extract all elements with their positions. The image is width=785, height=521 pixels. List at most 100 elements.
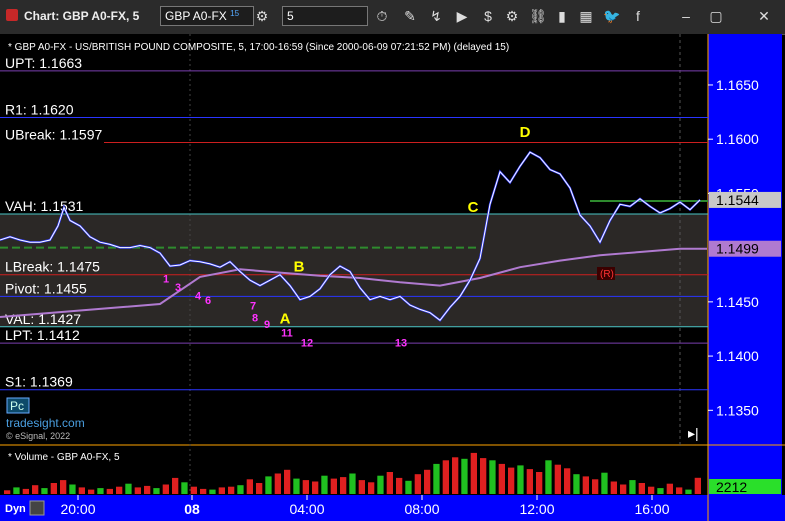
volume-bar (582, 476, 589, 494)
delay-badge: 15 (230, 9, 240, 18)
symbol-input[interactable]: GBP A0-FX 15 (160, 6, 254, 26)
volume-bar (181, 482, 188, 494)
bars-icon[interactable]: ▮ (552, 6, 572, 26)
level-label-lbreak: LBreak: 1.1475 (5, 259, 100, 275)
volume-bar (638, 483, 645, 494)
level-label-vah: VAH: 1.1531 (5, 198, 84, 214)
title-bar: Chart: GBP A0-FX, 5 GBP A0-FX 15 ⚙ 5 ⏱ ✎… (0, 0, 785, 35)
annotation-a: A (280, 311, 291, 328)
volume-bar (657, 488, 664, 494)
study-icon[interactable]: ↯ (426, 6, 446, 26)
y-tick-label: 1.1650 (716, 77, 759, 93)
volume-bar (190, 486, 197, 494)
volume-bar (312, 481, 319, 494)
watermark-copyright: © eSignal, 2022 (6, 431, 70, 441)
volume-bar (573, 474, 580, 494)
r-marker: (R) (600, 269, 614, 280)
link-icon[interactable]: ⛓ (528, 6, 548, 26)
sequence-label: 13 (395, 337, 407, 349)
volume-bar (610, 481, 617, 494)
volume-bar (386, 472, 393, 494)
volume-bar (4, 490, 11, 494)
volume-bar (536, 472, 543, 494)
volume-bar (125, 483, 132, 494)
volume-bar (480, 458, 487, 494)
volume-bar (274, 473, 281, 494)
volume-bar (358, 480, 365, 494)
volume-bar (452, 457, 459, 494)
interval-input[interactable]: 5 (282, 6, 368, 26)
sequence-label: 3 (175, 282, 181, 294)
twitter-icon[interactable]: 🐦 (602, 6, 622, 26)
sequence-label: 1 (163, 273, 169, 285)
volume-bar (461, 458, 468, 494)
facebook-icon[interactable]: f (628, 6, 648, 26)
scroll-end-icon[interactable]: ▸| (688, 425, 699, 441)
level-label-ubreak: UBreak: 1.1597 (5, 126, 102, 142)
x-tick-label: 16:00 (634, 501, 669, 517)
clock-icon[interactable]: ⏱ (372, 6, 392, 26)
volume-bar (489, 460, 496, 494)
sequence-label: 6 (205, 295, 211, 307)
volume-bar (60, 480, 67, 494)
dollar-icon[interactable]: $ (478, 6, 498, 26)
volume-bar (564, 468, 571, 494)
pencil-icon[interactable]: ✎ (400, 6, 420, 26)
volume-bar (433, 463, 440, 494)
link-symbol-icon[interactable]: ⚙ (252, 6, 272, 26)
sequence-label: 12 (301, 337, 313, 349)
volume-bar (601, 472, 608, 494)
volume-bar (545, 460, 552, 494)
volume-bar (368, 482, 375, 494)
volume-bar (517, 465, 524, 494)
x-tick-label: 12:00 (519, 501, 554, 517)
volume-bar (666, 483, 673, 494)
volume-bar (396, 477, 403, 494)
lock-icon[interactable] (29, 500, 45, 516)
chart-description: * GBP A0-FX - US/BRITISH POUND COMPOSITE… (8, 42, 509, 53)
volume-bar (424, 469, 431, 494)
volume-bar (144, 485, 151, 494)
sequence-label: 9 (264, 319, 270, 331)
volume-bar (41, 488, 48, 494)
volume-bar (69, 484, 76, 494)
volume-bar (648, 486, 655, 494)
annotation-c: C (468, 199, 479, 216)
dyn-button[interactable]: Dyn (5, 503, 26, 515)
volume-bar (97, 488, 104, 494)
volume-bar (134, 487, 141, 494)
vwap-price-label: 1.1499 (716, 241, 759, 257)
volume-bar (78, 487, 85, 494)
level-label-lpt: LPT: 1.1412 (5, 327, 80, 343)
last-volume-label: 2212 (716, 479, 747, 495)
volume-bar (209, 489, 216, 494)
price-axis (708, 34, 782, 445)
volume-bar (228, 486, 235, 494)
volume-bar (88, 489, 95, 494)
volume-bar (284, 469, 291, 494)
volume-bar (218, 487, 225, 494)
volume-bar (405, 480, 412, 494)
volume-bar (554, 464, 561, 494)
volume-title: * Volume - GBP A0-FX, 5 (8, 452, 120, 463)
x-tick-label: 04:00 (289, 501, 324, 517)
close-icon[interactable]: ✕ (754, 6, 774, 26)
volume-bar (470, 452, 477, 494)
volume-bar (293, 478, 300, 494)
x-tick-label: 08 (184, 501, 200, 517)
y-tick-label: 1.1400 (716, 348, 759, 364)
annotation-b: B (294, 258, 305, 275)
grid-icon[interactable]: ▦ (576, 6, 596, 26)
sequence-label: 7 (250, 300, 256, 312)
x-tick-label: 08:00 (404, 501, 439, 517)
app-icon (6, 9, 18, 21)
settings-icon[interactable]: ⚙ (502, 6, 522, 26)
volume-bar (172, 477, 179, 494)
maximize-icon[interactable]: ▢ (706, 6, 726, 26)
level-label-pivot: Pivot: 1.1455 (5, 280, 87, 296)
play-icon[interactable]: ▶ (452, 6, 472, 26)
volume-bar (13, 487, 20, 494)
volume-bar (162, 484, 169, 494)
minimize-icon[interactable]: – (676, 6, 696, 26)
level-label-upt: UPT: 1.1663 (5, 55, 82, 71)
